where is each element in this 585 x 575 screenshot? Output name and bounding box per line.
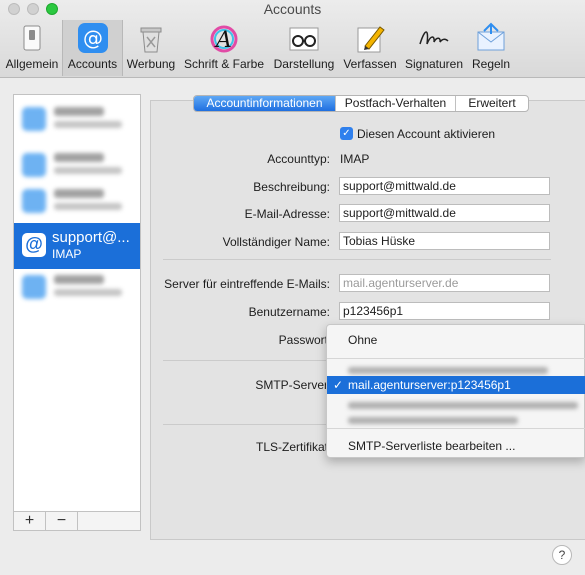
full-name-field[interactable]: Tobias Hüske: [339, 232, 550, 250]
beschreibung-field[interactable]: support@mittwald.de: [339, 177, 550, 195]
smtp-server-menu: Ohne ✓ mail.agenturserver:p123456p1 SMTP…: [326, 324, 585, 458]
rules-envelope-icon: [474, 22, 508, 54]
toolbar-signaturen[interactable]: Signaturen: [402, 20, 466, 76]
tab-erweitert[interactable]: Erweitert: [456, 96, 528, 111]
pencil-icon: [353, 22, 387, 54]
account-list-footer: + −: [13, 511, 141, 531]
window-title: Accounts: [263, 1, 322, 17]
cloud-icon: [22, 107, 46, 131]
remove-account-button[interactable]: −: [46, 512, 78, 530]
account-list: @ support@... IMAP: [13, 94, 141, 512]
account-list-item-hidden[interactable]: [14, 179, 140, 225]
window-toolbar: Accounts Allgemein @ Accounts Werbung A …: [0, 0, 585, 78]
smtp-server-label: SMTP-Server: [255, 378, 328, 392]
tab-accountinformationen[interactable]: Accountinformationen: [194, 96, 336, 111]
menu-separator: [327, 428, 585, 429]
menu-item-edit-smtp-list[interactable]: SMTP-Serverliste bearbeiten ...: [327, 437, 585, 455]
username-label: Benutzername:: [248, 305, 330, 319]
account-list-item-hidden[interactable]: [14, 97, 140, 143]
glasses-icon: [287, 22, 321, 54]
menu-item-hidden[interactable]: [348, 367, 548, 374]
account-details-panel: [150, 100, 585, 540]
checkmark-icon: ✓: [333, 378, 344, 392]
mail-account-icon: [22, 189, 46, 213]
add-account-button[interactable]: +: [14, 512, 46, 530]
email-field[interactable]: support@mittwald.de: [339, 204, 550, 222]
at-icon: @: [76, 22, 110, 54]
username-field[interactable]: p123456p1: [339, 302, 550, 320]
tab-bar: Accountinformationen Postfach-Verhalten …: [193, 95, 529, 112]
account-type: IMAP: [52, 247, 82, 261]
switch-icon: [15, 22, 49, 54]
signature-icon: [417, 22, 451, 54]
toolbar-verfassen[interactable]: Verfassen: [340, 20, 400, 76]
menu-separator: [327, 358, 585, 359]
toolbar-schrift-farbe[interactable]: A Schrift & Farbe: [180, 20, 268, 76]
at-icon: @: [22, 233, 46, 257]
account-list-item-hidden[interactable]: [14, 265, 140, 311]
enable-account-checkbox[interactable]: ✓: [340, 127, 353, 140]
menu-item-hidden[interactable]: [348, 417, 518, 424]
full-name-label: Vollständiger Name:: [222, 235, 330, 249]
incoming-server-field[interactable]: mail.agenturserver.de: [339, 274, 550, 292]
divider: [163, 424, 326, 425]
beschreibung-label: Beschreibung:: [253, 180, 330, 194]
toolbar-allgemein[interactable]: Allgemein: [2, 20, 62, 76]
help-button[interactable]: ?: [552, 545, 572, 565]
svg-text:A: A: [214, 28, 232, 53]
divider: [163, 360, 326, 361]
font-icon: A: [207, 22, 241, 54]
incoming-server-label: Server für eintreffende E-Mails:: [164, 277, 330, 291]
divider: [163, 259, 551, 260]
account-name: support@...: [52, 229, 130, 246]
mail-account-icon: [22, 275, 46, 299]
mail-account-icon: [22, 153, 46, 177]
toolbar-werbung[interactable]: Werbung: [123, 20, 179, 76]
svg-text:@: @: [83, 26, 103, 50]
enable-account-label: Diesen Account aktivieren: [357, 127, 496, 141]
tls-certificate-label: TLS-Zertifikat: [255, 440, 328, 454]
toolbar-regeln[interactable]: Regeln: [466, 20, 516, 76]
trash-icon: [134, 22, 168, 54]
password-label: Passwort: [278, 333, 328, 347]
accounttyp-label: Accounttyp:: [267, 152, 330, 166]
menu-item-ohne[interactable]: Ohne: [327, 331, 585, 349]
tab-postfach-verhalten[interactable]: Postfach-Verhalten: [336, 96, 456, 111]
account-list-item-selected[interactable]: @ support@... IMAP: [14, 223, 140, 269]
menu-item-hidden[interactable]: [348, 402, 578, 409]
email-label: E-Mail-Adresse:: [244, 207, 330, 221]
menu-item-smtp-selected[interactable]: ✓ mail.agenturserver:p123456p1: [327, 376, 585, 394]
accounttyp-value: IMAP: [340, 152, 370, 166]
toolbar-darstellung[interactable]: Darstellung: [270, 20, 338, 76]
toolbar-accounts[interactable]: @ Accounts: [62, 20, 123, 76]
